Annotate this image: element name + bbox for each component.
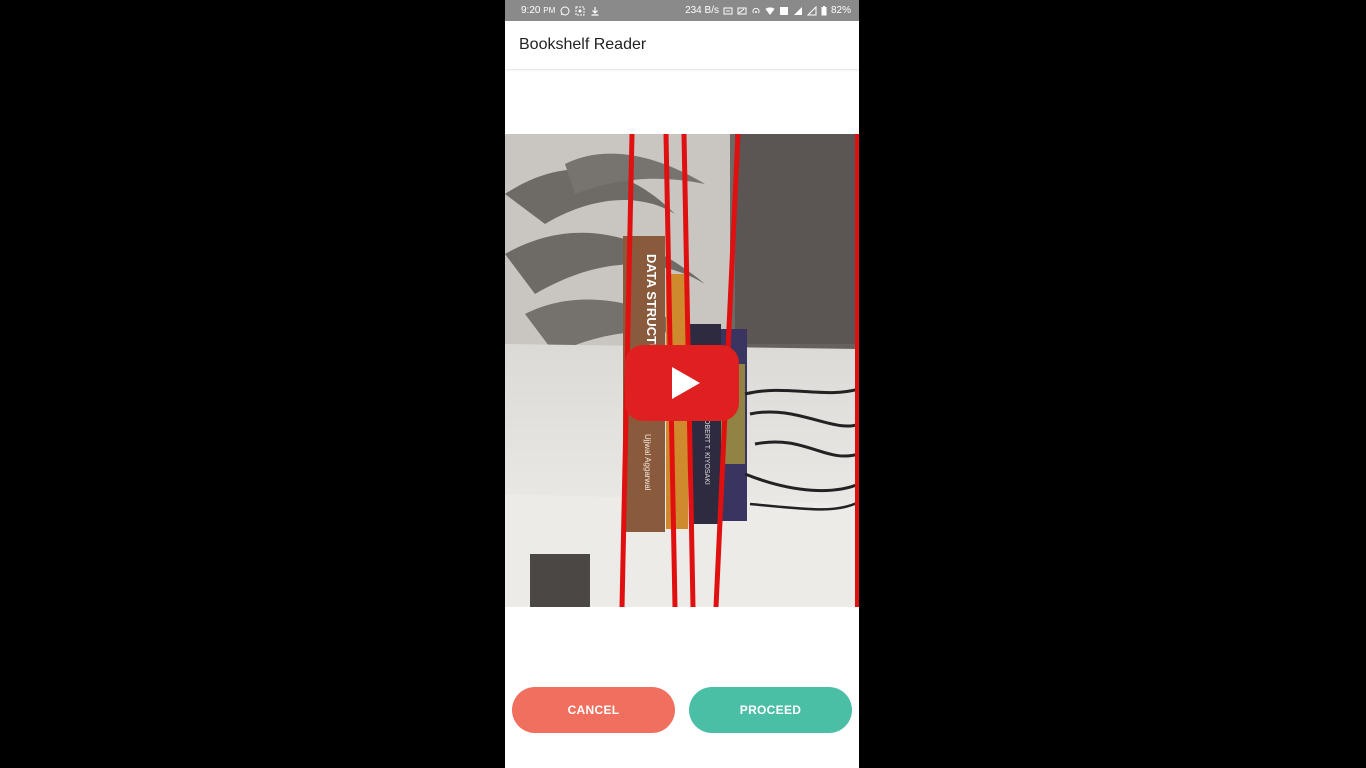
volte-icon [779, 6, 788, 15]
app-bar: Bookshelf Reader [505, 21, 859, 69]
status-bar: 9:20 PM 234 B/s 82% [505, 0, 859, 21]
cast-icon [737, 7, 747, 14]
signal-icon [806, 5, 817, 15]
phone-screen: 9:20 PM 234 B/s 82% Bookshelf Reader DAT… [505, 0, 859, 768]
vpn-key-icon [723, 7, 733, 14]
app-title: Bookshelf Reader [519, 36, 647, 53]
network-speed: 234 B/s [685, 5, 719, 16]
book-spine-author-1: Ujjwal Aggarwal [643, 434, 652, 491]
download-icon [591, 6, 599, 16]
signal-icon [793, 6, 802, 15]
action-buttons: CANCEL PROCEED [505, 687, 859, 733]
screenshot-icon [575, 6, 585, 15]
play-icon[interactable] [625, 345, 739, 421]
battery-level: 82% [830, 5, 851, 16]
bookshelf-photo: DATA STRUCTURE Ujjwal Aggarwal ROBERT T.… [505, 134, 859, 607]
status-time: 9:20 PM [521, 5, 556, 16]
book-spine-author-2: ROBERT T. KIYOSAKI [703, 414, 710, 485]
hotspot-icon [752, 7, 760, 13]
wifi-icon [765, 6, 775, 15]
battery-icon [821, 5, 827, 15]
camera-preview[interactable]: DATA STRUCTURE Ujjwal Aggarwal ROBERT T.… [505, 134, 859, 607]
proceed-button[interactable]: PROCEED [689, 687, 852, 733]
whatsapp-icon [560, 6, 570, 15]
cancel-button[interactable]: CANCEL [512, 687, 675, 733]
